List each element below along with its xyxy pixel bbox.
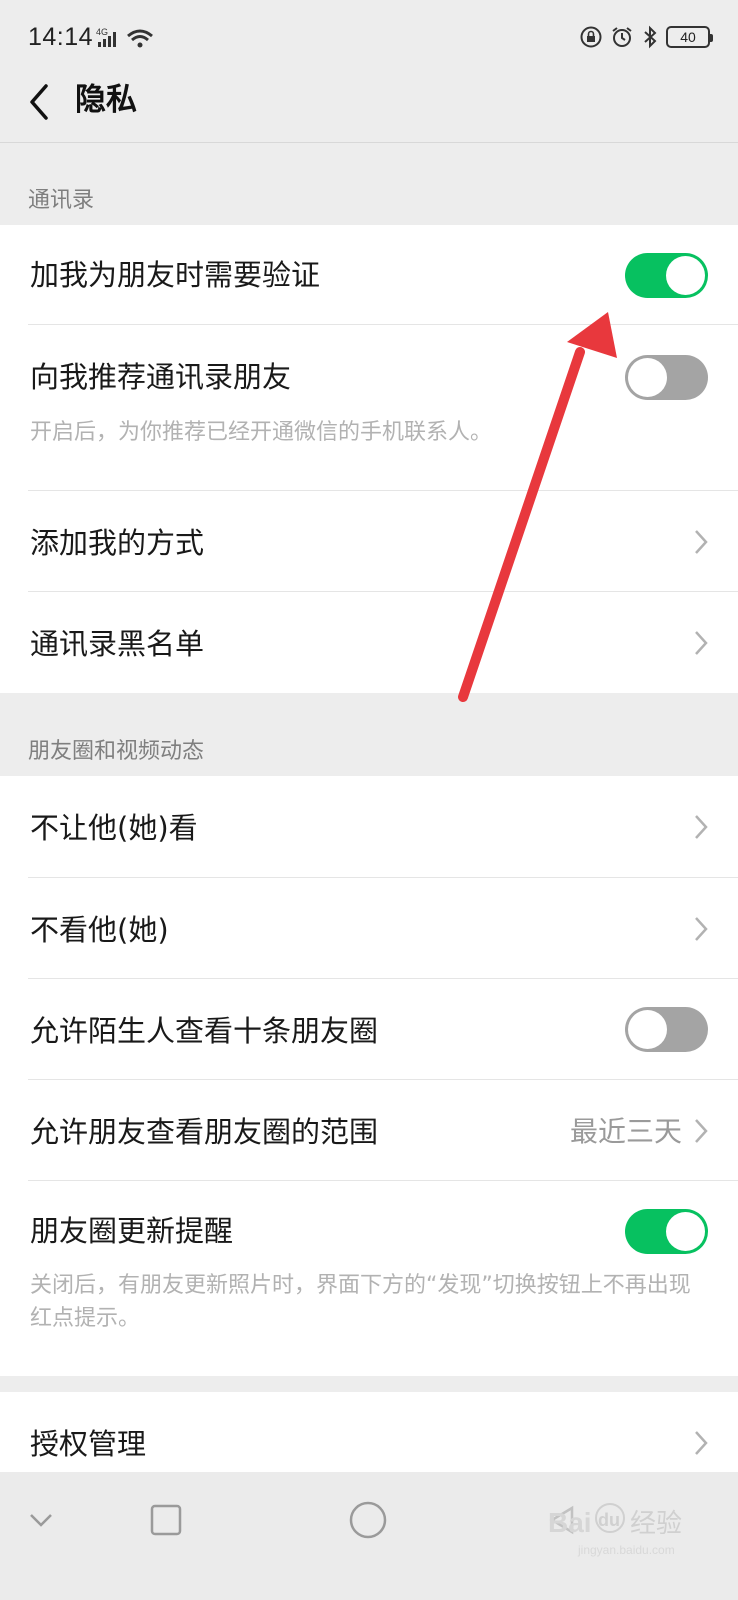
stranger-view-toggle[interactable] xyxy=(625,1007,708,1052)
chevron-right-icon xyxy=(695,631,708,655)
chevron-right-icon xyxy=(695,917,708,941)
battery-indicator: 40 xyxy=(666,26,713,48)
back-icon[interactable] xyxy=(22,82,62,122)
contacts-card: 加我为朋友时需要验证 向我推荐通讯录朋友 开启后，为你推荐已经开通微信的手机联系… xyxy=(0,225,738,693)
row-label: 允许陌生人查看十条朋友圈 xyxy=(30,1014,379,1048)
row-moments-update-alert[interactable]: 朋友圈更新提醒 关闭后，有朋友更新照片时，界面下方的“发现”切换按钮上不再出现红… xyxy=(0,1181,738,1376)
row-label: 不看他(她) xyxy=(30,913,169,947)
row-label: 允许朋友查看朋友圈的范围 xyxy=(30,1115,379,1149)
chevron-right-icon xyxy=(695,1431,708,1455)
row-label: 添加我的方式 xyxy=(30,526,205,560)
section-header-moments: 朋友圈和视频动态 xyxy=(28,739,205,764)
status-bar: 14:14 4G 40 xyxy=(0,0,738,80)
row-hide-from[interactable]: 不让他(她)看 xyxy=(0,776,738,878)
svg-text:经验: 经验 xyxy=(630,1509,682,1539)
bluetooth-icon xyxy=(644,25,657,49)
row-label: 授权管理 xyxy=(30,1427,147,1461)
chevron-right-icon xyxy=(695,1119,708,1143)
recommend-contacts-toggle[interactable] xyxy=(625,355,708,400)
row-label: 加我为朋友时需要验证 xyxy=(30,258,321,292)
row-label: 通讯录黑名单 xyxy=(30,627,205,661)
row-description: 开启后，为你推荐已经开通微信的手机联系人。 xyxy=(30,420,493,445)
view-range-value: 最近三天 xyxy=(569,1115,682,1148)
svg-text:du: du xyxy=(598,1510,620,1530)
row-hide-theirs[interactable]: 不看他(她) xyxy=(0,878,738,979)
chevron-right-icon xyxy=(695,530,708,554)
row-stranger-view[interactable]: 允许陌生人查看十条朋友圈 xyxy=(0,979,738,1080)
network-type: 4G xyxy=(96,27,108,37)
section-header-contacts: 通讯录 xyxy=(28,188,95,213)
friend-verification-toggle[interactable] xyxy=(625,253,708,298)
row-friend-verification[interactable]: 加我为朋友时需要验证 xyxy=(0,225,738,325)
toggle-knob xyxy=(666,256,705,295)
row-label: 不让他(她)看 xyxy=(30,811,198,845)
recent-apps-icon[interactable] xyxy=(150,1504,182,1536)
toggle-knob xyxy=(666,1212,705,1251)
lock-icon xyxy=(580,26,602,48)
auth-card: 授权管理 xyxy=(0,1392,738,1472)
page-title: 隐私 xyxy=(75,82,137,118)
svg-text:Bai: Bai xyxy=(548,1507,592,1538)
system-nav-bar: Bai du 经验 jingyan.baidu.com xyxy=(0,1472,738,1600)
nav-bar: 隐私 xyxy=(0,80,738,142)
toggle-knob xyxy=(628,358,667,397)
alarm-icon xyxy=(612,27,632,47)
row-blacklist[interactable]: 通讯录黑名单 xyxy=(0,592,738,693)
status-time: 14:14 xyxy=(28,23,94,51)
row-recommend-contacts[interactable]: 向我推荐通讯录朋友 开启后，为你推荐已经开通微信的手机联系人。 xyxy=(0,325,738,491)
moments-card: 不让他(她)看 不看他(她) 允许陌生人查看十条朋友圈 允许朋友查看朋友圈的范围… xyxy=(0,776,738,1376)
row-label: 向我推荐通讯录朋友 xyxy=(30,360,292,394)
battery-level: 40 xyxy=(680,29,696,45)
nav-divider xyxy=(0,142,738,143)
svg-text:jingyan.baidu.com: jingyan.baidu.com xyxy=(577,1543,675,1557)
toggle-knob xyxy=(628,1010,667,1049)
chevron-down-icon[interactable] xyxy=(28,1510,54,1530)
home-icon[interactable] xyxy=(349,1501,387,1539)
row-label: 朋友圈更新提醒 xyxy=(30,1214,234,1248)
chevron-right-icon xyxy=(695,815,708,839)
row-add-methods[interactable]: 添加我的方式 xyxy=(0,491,738,592)
row-view-range[interactable]: 允许朋友查看朋友圈的范围 最近三天 xyxy=(0,1080,738,1181)
baidu-watermark-logo: Bai du 经验 jingyan.baidu.com xyxy=(548,1503,682,1557)
signal-wifi-icon: 4G xyxy=(96,27,153,48)
row-description: 关闭后，有朋友更新照片时，界面下方的“发现”切换按钮上不再出现红点提示。 xyxy=(30,1273,691,1331)
moments-update-alert-toggle[interactable] xyxy=(625,1209,708,1254)
